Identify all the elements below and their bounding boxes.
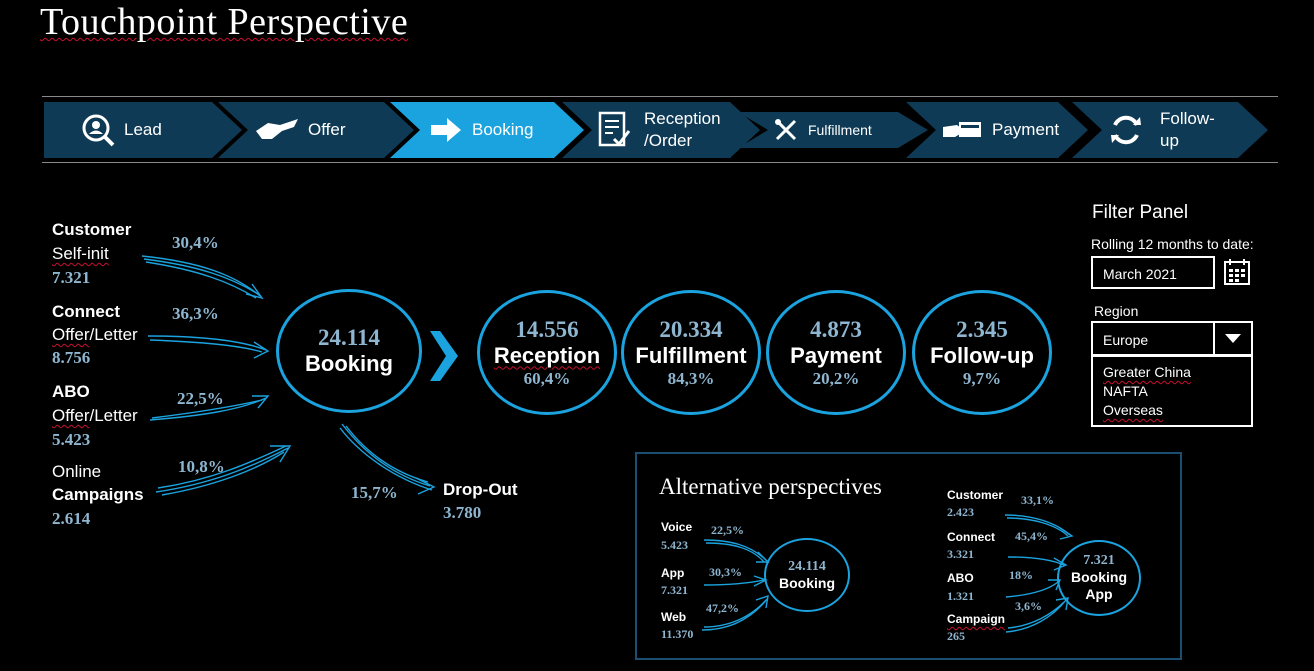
dropout-value: 3.780 [443,503,482,522]
calendar-icon[interactable] [1224,258,1250,291]
filter-panel-title: Filter Panel [1092,202,1189,223]
region-select[interactable]: Europe [1091,321,1253,356]
stage-value: 4.873 [810,316,862,342]
alt-item-value: 2.423 [947,505,974,519]
stage-label: Fulfillment [635,342,747,368]
chevron-right-icon [430,331,458,381]
alt-item-value: 11.370 [661,627,694,641]
stage-circle-payment: 4.873 Payment 20,2% [766,290,906,415]
stage-value: 2.345 [956,316,1008,342]
alt-item-pct: 18% [1009,568,1033,582]
stage-label: Reception [493,342,601,368]
period-field[interactable]: March 2021 [1091,256,1215,289]
chevron-down-icon[interactable] [1215,323,1251,354]
stage-pct: 20,2% [812,368,860,388]
booking-circle: 24.114 Booking [276,289,422,413]
region-option[interactable]: Overseas [1103,401,1251,420]
alt-item-name: App [661,566,685,580]
alt-circle-label: Booking App [1071,569,1127,603]
alt-item-pct: 30,3% [709,565,742,579]
stage-label: Follow-up [930,342,1034,368]
alt-item-pct: 22,5% [711,523,744,537]
stage-circle-reception: 14.556 Reception 60,4% [477,290,617,415]
alt-circle-value: 24.114 [788,559,826,574]
stage-pct: 9,7% [962,368,1002,388]
alt-circle-label-line2: App [1085,586,1113,602]
region-options: Greater China NAFTA Overseas [1091,355,1253,427]
alt-booking-circle: 24.114 Booking [764,538,850,612]
alt-item-name: Connect [947,530,995,544]
booking-label: Booking [305,351,393,376]
alt-item-name: ABO [947,571,974,585]
period-label: Rolling 12 months to date: [1091,236,1254,252]
region-option[interactable]: NAFTA [1103,382,1251,401]
alt-item-pct: 45,4% [1015,529,1048,543]
stage-value: 14.556 [515,316,579,342]
alt-item-pct: 33,1% [1021,493,1054,507]
alt-item-name: Voice [661,520,693,534]
booking-value: 24.114 [318,325,380,350]
alt-circle-value: 7.321 [1083,553,1115,568]
alt-circle-label: Booking [779,575,835,591]
dropout-label: Drop-Out [443,480,518,499]
alt-item-name: Campaign [947,612,1006,626]
region-label: Region [1094,303,1139,319]
period-label-text: Rolling 12 months to date: [1091,236,1254,252]
alt-item-value: 3.321 [947,547,974,561]
stage-circle-fulfillment: 20.334 Fulfillment 84,3% [621,290,761,415]
alt-title: Alternative perspectives [659,474,882,499]
alt-item-value: 265 [947,629,965,643]
stage-value: 20.334 [659,316,723,342]
dropout-pct: 15,7% [351,483,398,502]
alt-item-pct: 47,2% [706,601,739,615]
alt-item-name: Customer [947,488,1004,502]
stage-circle-follow-up: 2.345 Follow-up 9,7% [912,290,1052,415]
stage-pct: 60,4% [523,368,571,388]
alt-circle-label-line1: Booking [1071,569,1127,585]
alt-item-name: Web [661,610,687,624]
alt-item-pct: 3,6% [1015,599,1042,613]
region-selected: Europe [1103,332,1149,348]
region-option[interactable]: Greater China [1103,363,1251,382]
stage-label: Payment [790,342,882,368]
alt-item-value: 7.321 [661,583,688,597]
alt-item-value: 5.423 [661,538,688,552]
stage-pct: 84,3% [667,368,715,388]
alt-item-value: 1.321 [947,589,974,603]
alt-booking-app-circle: 7.321 Booking App [1057,540,1141,616]
